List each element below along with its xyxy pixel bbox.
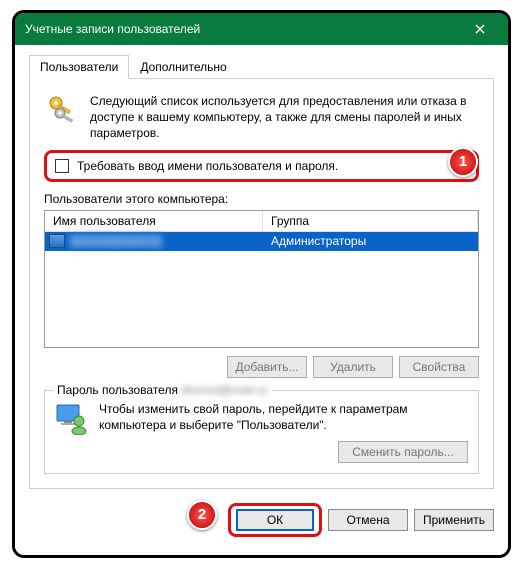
close-button[interactable] bbox=[462, 15, 498, 43]
intro-row: Следующий список используется для предос… bbox=[44, 93, 479, 142]
password-fieldset: Пароль пользователя blurred@mail.ru Чтоб… bbox=[44, 390, 479, 474]
column-username[interactable]: Имя пользователя bbox=[45, 211, 263, 232]
cancel-button[interactable]: Отмена bbox=[328, 509, 408, 531]
annotation-badge-1: 1 bbox=[448, 147, 478, 177]
password-text-wrap: Чтобы изменить свой пароль, перейдите к … bbox=[99, 401, 468, 463]
require-password-checkbox[interactable] bbox=[55, 159, 69, 173]
window-title: Учетные записи пользователей bbox=[25, 22, 200, 36]
password-body: Чтобы изменить свой пароль, перейдите к … bbox=[55, 401, 468, 463]
ok-button[interactable]: ОК bbox=[236, 509, 314, 531]
user-cell: blurred@mail.ru bbox=[45, 234, 263, 248]
keys-icon bbox=[44, 93, 80, 129]
properties-button[interactable]: Свойства bbox=[399, 356, 479, 378]
users-list-label: Пользователи этого компьютера: bbox=[44, 192, 479, 206]
users-listview[interactable]: Имя пользователя Группа blurred@mail.ru … bbox=[44, 210, 479, 348]
ok-highlight: 2 ОК bbox=[228, 503, 322, 537]
apply-button[interactable]: Применить bbox=[414, 509, 494, 531]
user-row[interactable]: blurred@mail.ru Администраторы bbox=[45, 232, 478, 251]
intro-text: Следующий список используется для предос… bbox=[90, 93, 479, 142]
add-button[interactable]: Добавить... bbox=[227, 356, 307, 378]
password-legend: Пароль пользователя blurred@mail.ru bbox=[53, 383, 272, 397]
annotation-badge-2: 2 bbox=[187, 500, 217, 530]
dialog-buttons-row: 2 ОК Отмена Применить bbox=[29, 503, 494, 537]
close-icon bbox=[475, 24, 485, 34]
dialog-window: Учетные записи пользователей Пользовател… bbox=[12, 10, 511, 558]
dialog-body: Пользователи Дополнительно Следующий спи… bbox=[15, 45, 508, 549]
user-buttons-row: Добавить... Удалить Свойства bbox=[44, 356, 479, 378]
require-password-highlight: Требовать ввод имени пользователя и паро… bbox=[44, 150, 479, 182]
titlebar: Учетные записи пользователей bbox=[15, 13, 508, 45]
tab-strip: Пользователи Дополнительно bbox=[29, 55, 494, 79]
username-value: blurred@mail.ru bbox=[69, 234, 163, 248]
tab-panel-users: Следующий список используется для предос… bbox=[29, 79, 494, 489]
tab-advanced[interactable]: Дополнительно bbox=[129, 55, 237, 78]
user-monitor-icon bbox=[55, 401, 89, 435]
monitor-icon bbox=[49, 234, 65, 248]
change-password-row: Сменить пароль... bbox=[99, 441, 468, 463]
password-legend-user: blurred@mail.ru bbox=[182, 383, 268, 397]
listview-header: Имя пользователя Группа bbox=[45, 211, 478, 232]
password-legend-prefix: Пароль пользователя bbox=[57, 383, 178, 397]
group-cell: Администраторы bbox=[263, 234, 478, 248]
require-password-label: Требовать ввод имени пользователя и паро… bbox=[77, 159, 338, 173]
tab-users[interactable]: Пользователи bbox=[29, 55, 129, 79]
column-group[interactable]: Группа bbox=[263, 211, 478, 232]
remove-button[interactable]: Удалить bbox=[313, 356, 393, 378]
change-password-button[interactable]: Сменить пароль... bbox=[338, 441, 468, 463]
password-text: Чтобы изменить свой пароль, перейдите к … bbox=[99, 401, 468, 433]
